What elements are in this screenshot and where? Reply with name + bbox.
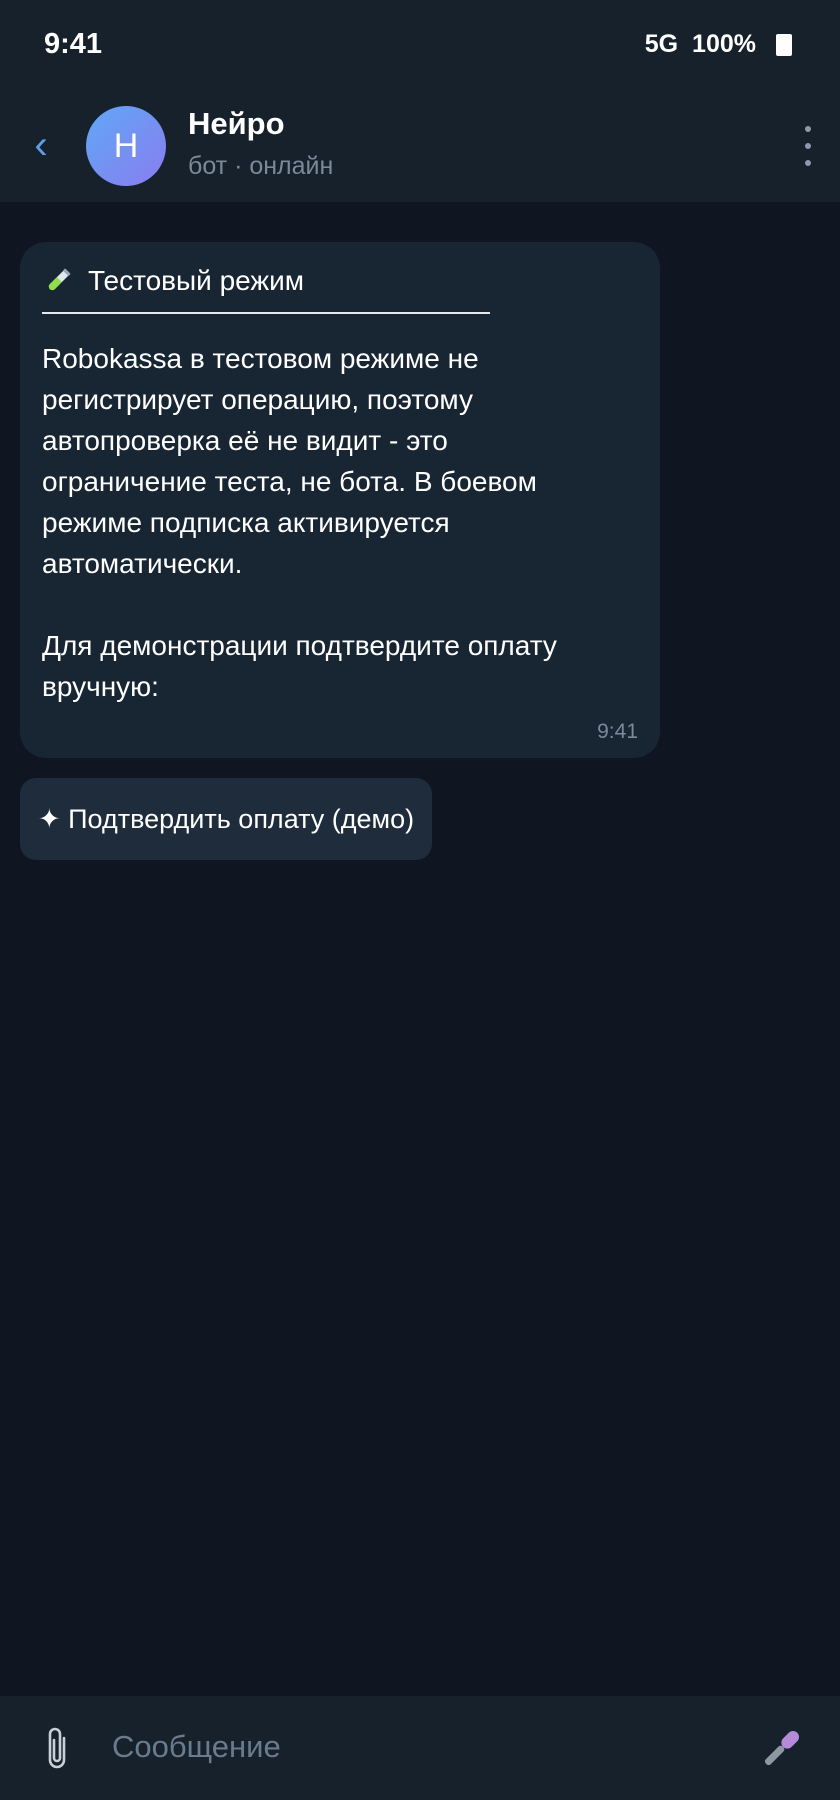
message-composer [0,1696,840,1800]
status-bar: 9:41 5G 100% [0,0,840,92]
network-indicator: 5G [644,30,679,58]
microphone-icon[interactable] [756,1724,806,1774]
avatar-letter: Н [113,126,139,165]
more-dot [805,126,811,132]
message-bubble[interactable]: Тестовый режим Robokassa в тестовом режи… [20,242,660,758]
chat-header: ‹ Н Нейро бот · онлайн [0,92,840,202]
more-options-button[interactable] [798,126,818,166]
battery-icon [776,33,792,56]
avatar[interactable]: Н [86,106,166,186]
message-heading: Тестовый режим [42,260,638,302]
message-time: 9:41 [597,720,638,743]
message-heading-text: Тестовый режим [88,265,305,296]
message-divider [42,312,490,314]
more-dot [805,143,811,149]
battery-percent: 100% [692,30,756,58]
chat-subtitle: бот · онлайн [188,152,334,180]
chat-title[interactable]: Нейро [188,106,285,142]
chevron-left-icon: ‹ [34,122,48,167]
test-tube-icon [48,268,71,291]
message-input[interactable] [112,1722,712,1772]
paperclip-icon[interactable] [36,1724,80,1776]
status-indicators: 5G 100% [645,30,792,59]
confirm-payment-demo-button[interactable]: ✦ Подтвердить оплату (демо) [20,778,433,860]
back-button[interactable]: ‹ [18,122,64,168]
message-text: Robokassa в тестовом режиме не регистрир… [42,343,557,702]
more-dot [805,160,811,166]
status-time: 9:41 [44,28,103,60]
